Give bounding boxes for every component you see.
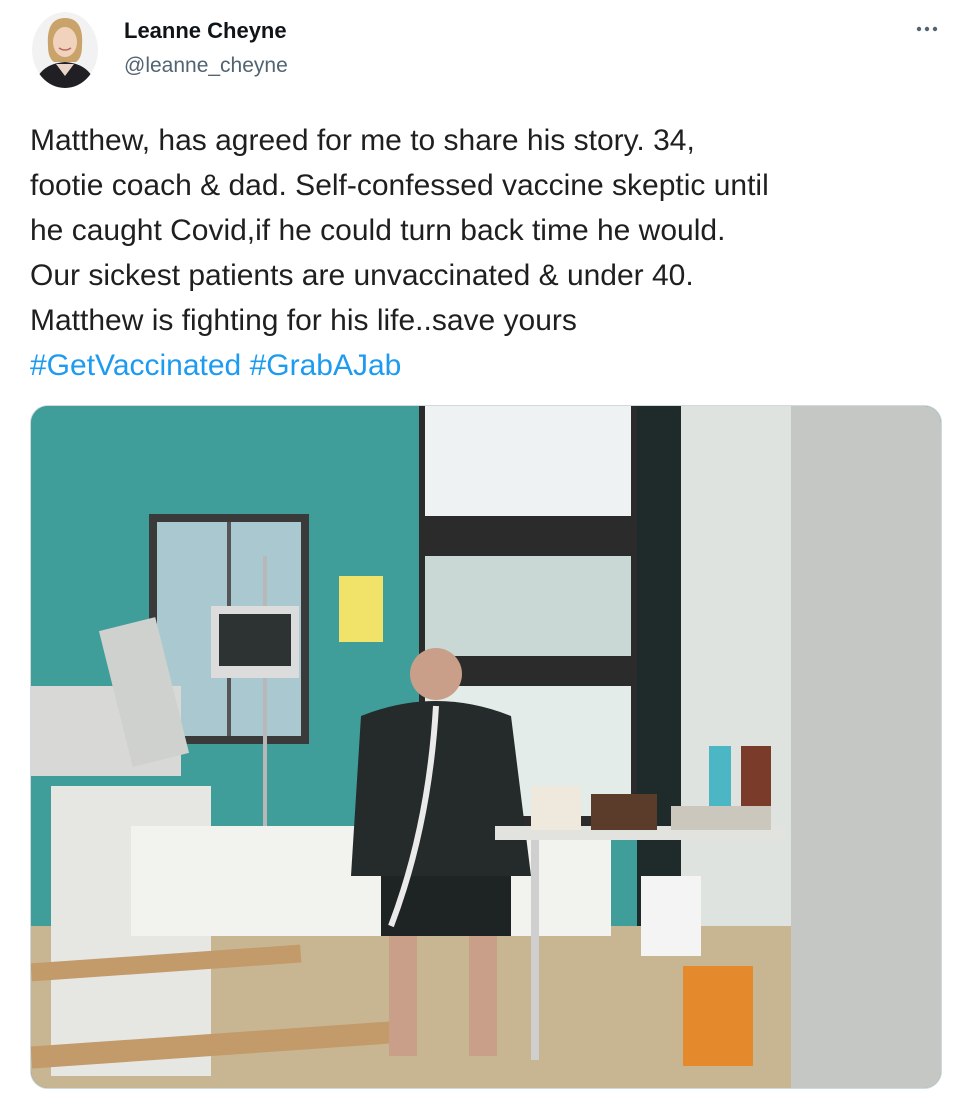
author-name[interactable]: Leanne Cheyne bbox=[124, 18, 287, 44]
tweet-text-line: he caught Covid,if he could turn back ti… bbox=[30, 214, 726, 247]
tweet-text-line: Matthew, has agreed for me to share his … bbox=[30, 124, 695, 157]
hashtag-grab-a-jab[interactable]: #GrabAJab bbox=[250, 349, 402, 382]
tweet-photo[interactable] bbox=[30, 405, 942, 1089]
hashtag-get-vaccinated[interactable]: #GetVaccinated bbox=[30, 349, 241, 382]
more-icon[interactable] bbox=[912, 14, 942, 44]
avatar[interactable] bbox=[32, 12, 98, 88]
hashtag-line: #GetVaccinated #GrabAJab bbox=[30, 343, 945, 388]
tweet-text-line: footie coach & dad. Self-confessed vacci… bbox=[30, 169, 769, 202]
author-handle[interactable]: @leanne_cheyne bbox=[124, 54, 288, 78]
tweet-card: Leanne Cheyne @leanne_cheyne Matthew, ha… bbox=[0, 0, 960, 1104]
tweet-text: Matthew, has agreed for me to share his … bbox=[30, 118, 945, 388]
tweet-text-line: Matthew is fighting for his life..save y… bbox=[30, 304, 577, 337]
tweet-text-line: Our sickest patients are unvaccinated & … bbox=[30, 259, 694, 292]
